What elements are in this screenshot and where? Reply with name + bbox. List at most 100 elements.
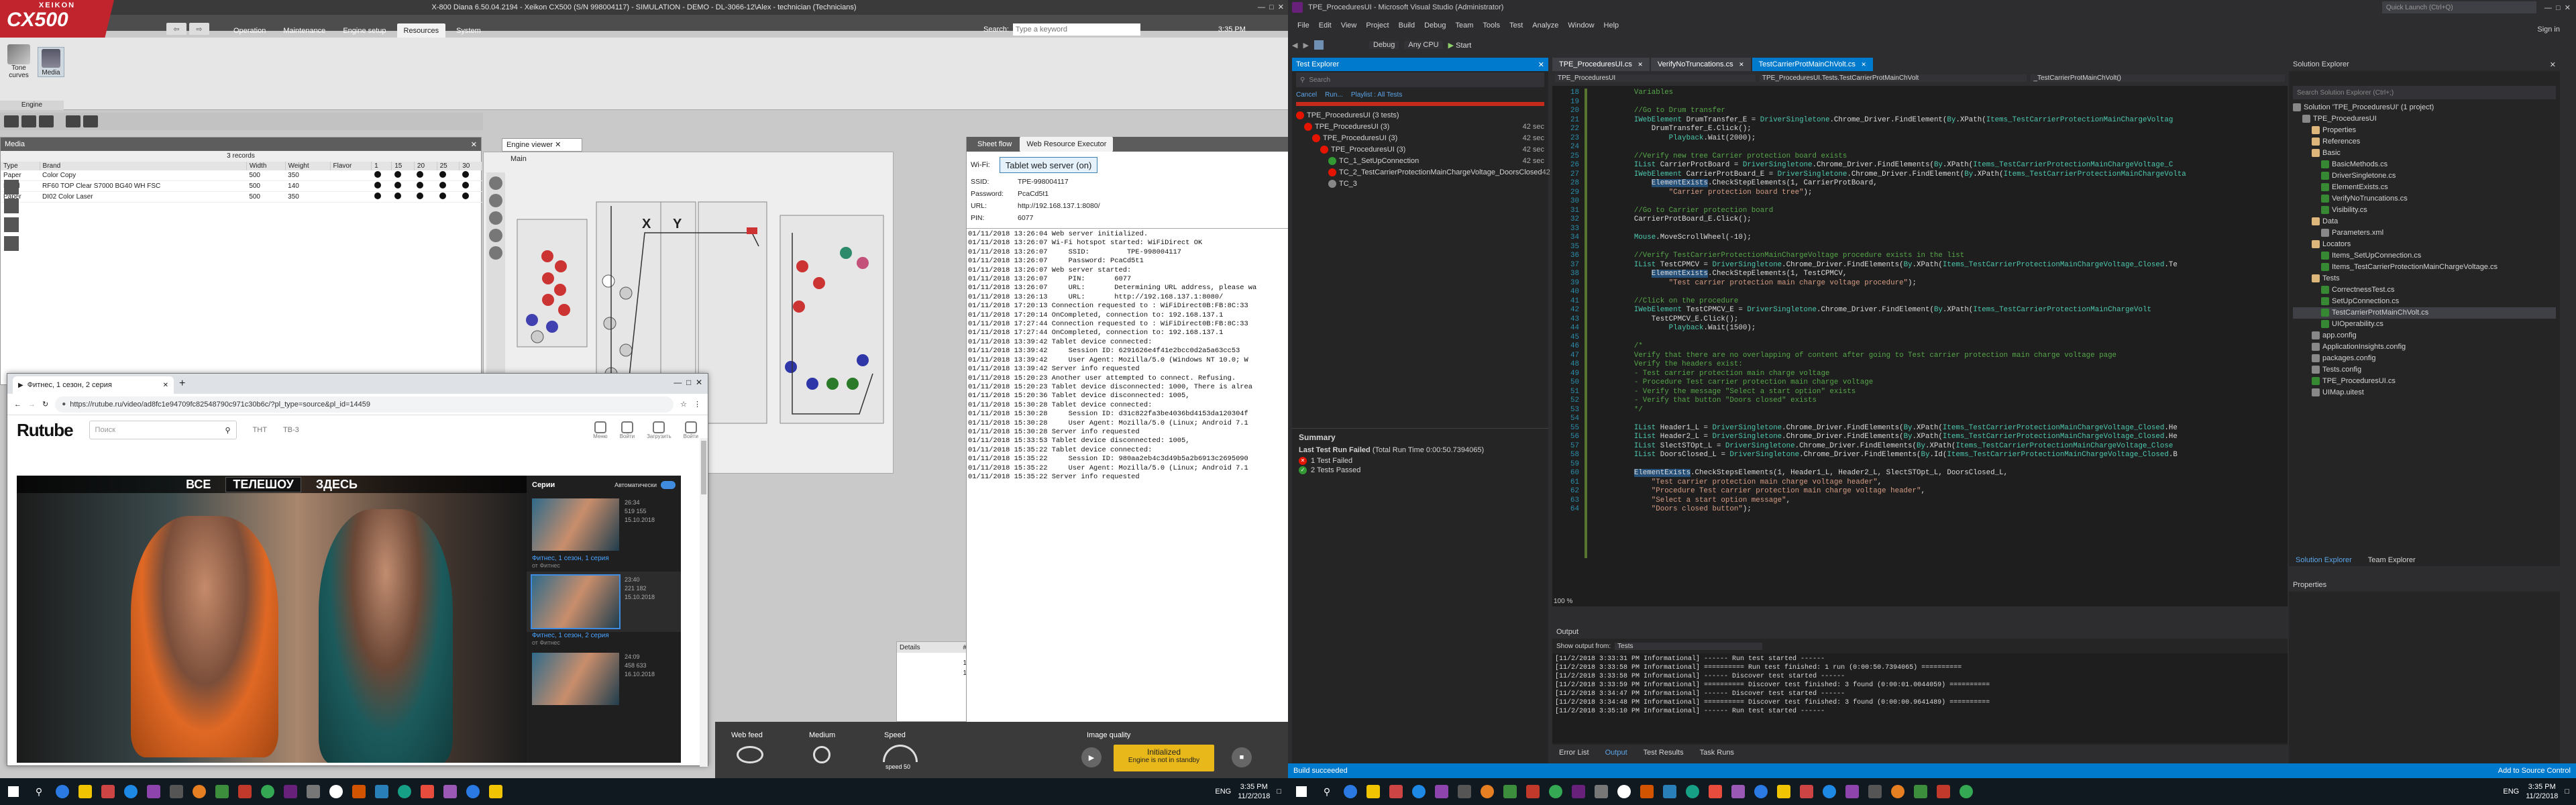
taskbar-app-icon[interactable] [325,778,347,805]
taskbar-app-icon[interactable] [370,778,393,805]
taskbar-app-icon[interactable] [393,778,416,805]
taskbar-app-icon[interactable] [1385,778,1407,805]
column-header[interactable]: Brand [40,162,247,170]
tone-curves-button[interactable]: Tone curves [5,44,32,79]
web-feed-icon[interactable] [737,746,763,763]
column-header[interactable]: Width [246,162,286,170]
solution-tree-item[interactable]: Tests.config [2293,364,2556,376]
taskbar-app-icon[interactable] [1362,778,1385,805]
tab-team-explorer[interactable]: Team Explorer [2361,553,2422,567]
header-icon-button[interactable]: Войти [684,421,698,439]
solution-tree-item[interactable]: Items_SetUpConnection.cs [2293,250,2556,262]
table-row[interactable]: Paper Color Copy 500 350 [1,170,482,181]
solution-tree-item[interactable]: TPE_ProceduresUI.cs [2293,376,2556,387]
column-header[interactable]: 1 [371,162,392,170]
nav-maintenance[interactable]: Maintenance [276,23,332,38]
editor-tab[interactable]: TestCarrierProtMainChVolt.cs ✕ [1752,58,1873,71]
nav-project[interactable]: TPE_ProceduresUI [1555,74,1756,82]
tab-solution-explorer[interactable]: Solution Explorer [2289,553,2359,567]
column-header[interactable]: Flavor [330,162,372,170]
taskbar-app-icon[interactable] [51,778,74,805]
solution-tree-item[interactable]: DriverSingletone.cs [2293,170,2556,182]
solution-tree-item[interactable]: TestCarrierProtMainChVolt.cs [2293,307,2556,319]
editor-tab[interactable]: VerifyNoTruncations.cs ✕ [1650,58,1751,71]
tool-icon[interactable] [4,236,19,251]
window-controls[interactable]: — □ ✕ [674,378,702,387]
column-header[interactable]: 15 [391,162,415,170]
menu-project[interactable]: Project [1366,21,1389,30]
rutube-logo[interactable]: Rutube [17,420,74,441]
solution-tree-item[interactable]: Properties [2293,125,2556,136]
close-icon[interactable]: ✕ [163,382,168,389]
test-tree-item[interactable]: TPE_ProceduresUI (3 tests) [1296,110,1544,121]
menu-debug[interactable]: Debug [1424,21,1446,30]
search-input[interactable] [1012,23,1140,36]
table-row[interactable]: Paper DI02 Color Laser 500 350 [1,192,482,203]
header-link-tv3[interactable]: ТВ-3 [283,426,299,434]
taskbar-app-icon[interactable] [1909,778,1932,805]
taskbar-app-icon[interactable] [1339,778,1362,805]
taskbar-app-icon[interactable] [256,778,279,805]
pan-icon[interactable] [489,194,502,207]
taskbar-app-icon[interactable] [302,778,325,805]
column-header[interactable]: 30 [459,162,482,170]
episode-channel[interactable]: Фитнес [539,639,559,646]
solution-tree-item[interactable]: UIMap.uitest [2293,387,2556,398]
taskbar-app-icon[interactable] [1499,778,1521,805]
tray-lang[interactable]: ENG [2503,788,2519,796]
episode-item[interactable]: 23:40 221 182 15.10.2018 [527,572,681,632]
play-icon[interactable]: ▶ [1081,747,1102,767]
medium-icon[interactable] [813,746,830,763]
column-header[interactable]: Weight [285,162,331,170]
solution-tree-item[interactable]: UIOperability.cs [2293,319,2556,330]
forward-icon[interactable]: ▶ [1303,41,1308,50]
sign-in-link[interactable]: Sign in [2537,25,2560,34]
toolbar-icon-5[interactable] [83,115,98,127]
menu-analyze[interactable]: Analyze [1532,21,1558,30]
run-link[interactable]: Run... [1325,91,1343,99]
test-tree-item[interactable]: TPE_ProceduresUI (3) 42 sec [1296,144,1544,156]
episode-channel[interactable]: Фитнес [539,562,559,569]
taskbar-app-icon[interactable] [1590,778,1613,805]
taskbar-app-icon[interactable] [279,778,302,805]
taskbar-app-icon[interactable] [1613,778,1635,805]
solution-tree-item[interactable]: Data [2293,216,2556,227]
taskbar-app-icon[interactable] [233,778,256,805]
solution-tree-item[interactable]: ApplicationInsights.config [2293,341,2556,353]
rotate-icon[interactable] [489,211,502,225]
test-tree-item[interactable]: TC_1_SetUpConnection 42 sec [1296,156,1544,167]
bottom-tab[interactable]: Task Runs [1693,746,1741,759]
windows-start-icon[interactable] [0,778,27,805]
table-row[interactable]: LabelRF60 TOP Clear S7000 BG40 WH FSC500… [1,181,482,192]
taskbar-app-icon[interactable] [119,778,142,805]
taskbar-app-icon[interactable] [1544,778,1567,805]
window-controls[interactable]: — □ ✕ [2544,3,2571,12]
header-icon-button[interactable]: Войти [620,421,635,439]
taskbar-app-icon[interactable] [1841,778,1864,805]
start-button[interactable]: ▶ Start [1448,41,1472,50]
toolbar-icon-4[interactable] [66,115,80,127]
menu-icon[interactable]: ⋮ [694,400,701,409]
tablet-web-server-button[interactable]: Tablet web server (on) [999,157,1098,173]
reload-icon[interactable]: ↻ [42,400,48,409]
stop-icon[interactable]: ■ [1232,747,1252,767]
taskbar-app-icon[interactable] [97,778,119,805]
tray-date[interactable]: 11/2/2018 [1238,792,1270,801]
notification-icon[interactable]: □ [1277,788,1281,796]
taskbar-app-icon[interactable] [1955,778,1978,805]
menu-file[interactable]: File [1297,21,1309,30]
test-tree-item[interactable]: TPE_ProceduresUI (3) 42 sec [1296,133,1544,144]
menu-build[interactable]: Build [1399,21,1415,30]
close-icon[interactable]: ✕ [471,140,477,149]
tool-icon[interactable] [4,217,19,232]
taskbar-app-icon[interactable] [462,778,484,805]
taskbar-app-icon[interactable] [188,778,211,805]
quick-launch[interactable]: Quick Launch (Ctrl+Q) [2381,1,2536,13]
solution-tree-item[interactable]: Locators [2293,239,2556,250]
video-player[interactable]: ВСЕ ТЕЛЕШОУ ЗДЕСЬ [17,476,527,763]
test-tree-item[interactable]: TPE_ProceduresUI (3) 42 sec [1296,121,1544,133]
forward-icon[interactable]: ⇨ [189,23,209,35]
header-link-tnt[interactable]: ТНТ [253,426,267,434]
tray-date[interactable]: 11/2/2018 [2526,792,2558,801]
solution-tree-item[interactable]: ElementExists.cs [2293,182,2556,193]
